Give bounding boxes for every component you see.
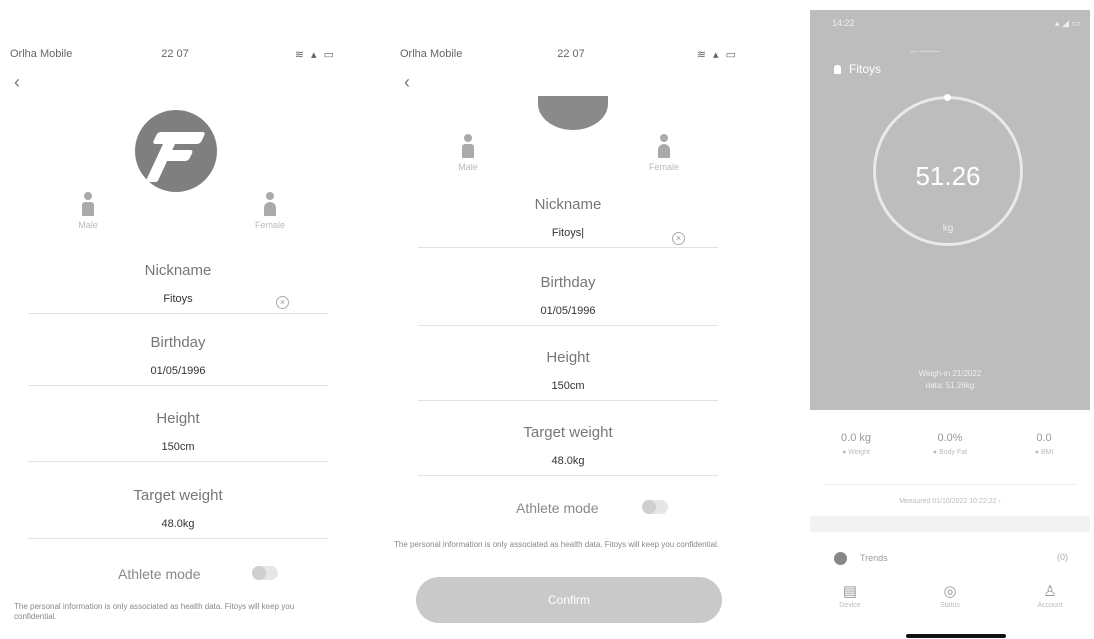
stat-weight-label: ● Weight xyxy=(842,449,870,456)
stat-weight[interactable]: 0.0 kg ● Weight xyxy=(816,432,896,456)
stat-body-fat-value: 0.0% xyxy=(937,432,963,444)
back-arrow-icon[interactable]: ‹ xyxy=(14,72,20,93)
gender-female-option[interactable]: Female xyxy=(634,134,694,172)
female-icon xyxy=(264,192,276,216)
athlete-mode-label: Athlete mode xyxy=(118,566,201,582)
stat-bmi-label: ● BMI xyxy=(1034,449,1054,456)
male-icon xyxy=(462,134,474,158)
history-link[interactable]: Measured 01/10/2022 10:22:22 › xyxy=(810,498,1090,505)
weight-ring: 51.26 kg xyxy=(873,94,1023,246)
privacy-note: The personal information is only associa… xyxy=(14,602,295,621)
status-icons: ≋ ▴ ▭ xyxy=(696,49,738,61)
user-switch[interactable]: Fitoys xyxy=(834,62,881,76)
birthday-value[interactable]: 01/05/1996 xyxy=(418,305,718,317)
height-value[interactable]: 150cm xyxy=(418,380,718,392)
weight-unit: kg xyxy=(942,223,954,234)
birthday-value[interactable]: 01/05/1996 xyxy=(28,365,328,377)
trends-icon xyxy=(834,552,847,565)
ring-indicator xyxy=(944,94,951,101)
height-label: Height xyxy=(156,410,200,427)
athlete-mode-label: Athlete mode xyxy=(516,500,599,516)
gender-male-label: Male xyxy=(458,162,478,172)
dashboard-status-time: 14:22 xyxy=(832,18,855,28)
status-bar: Orlha Mobile 22 07 ≋ ▴ ▭ xyxy=(390,48,752,64)
target-weight-field[interactable]: Target weight 48.0kg xyxy=(418,424,718,476)
weight-value: 51.26 xyxy=(915,161,981,191)
gender-male-option[interactable]: Male xyxy=(438,134,498,172)
status-bar: Orlha Mobile 22 07 ≋ ▴ ▭ xyxy=(0,48,350,64)
nav-device[interactable]: ▤ Device xyxy=(810,582,890,609)
nav-account[interactable]: ♙ Account xyxy=(1010,582,1090,609)
nav-account-label: Account xyxy=(1037,602,1063,609)
male-icon xyxy=(82,192,94,216)
birthday-label: Birthday xyxy=(150,334,206,351)
nickname-label: Nickname xyxy=(534,196,602,213)
birthday-label: Birthday xyxy=(540,274,596,291)
nickname-label: Nickname xyxy=(144,262,212,279)
athlete-mode-toggle[interactable] xyxy=(642,500,668,514)
target-weight-label: Target weight xyxy=(523,424,613,441)
privacy-note: The personal information is only associa… xyxy=(394,540,720,549)
stat-bmi-value: 0.0 xyxy=(1036,432,1052,444)
athlete-mode-toggle[interactable] xyxy=(252,566,278,580)
gender-female-label: Female xyxy=(648,162,679,172)
trends-row[interactable]: Trends (0) xyxy=(810,540,1090,576)
target-weight-field[interactable]: Target weight 48.0kg xyxy=(28,487,328,539)
clear-icon[interactable]: × xyxy=(672,232,685,245)
app-logo xyxy=(135,110,217,192)
target-weight-value[interactable]: 48.0kg xyxy=(28,518,328,530)
gender-female-label: Female xyxy=(254,220,285,230)
gender-male-label: Male xyxy=(78,220,98,230)
user-subtitle: — ——— xyxy=(910,48,940,55)
weigh-in-line-2: data: 51.26kg xyxy=(925,381,975,390)
app-logo-scrolled xyxy=(538,96,608,130)
account-icon: ♙ xyxy=(1043,583,1057,600)
female-icon xyxy=(658,134,670,158)
weight-hero-panel: 14:22 ▴ ◢ ▭ Fitoys — ——— 51.26 kg Weigh-… xyxy=(810,10,1090,410)
stat-body-fat-label: ● Body Fat xyxy=(932,449,968,456)
height-value[interactable]: 150cm xyxy=(28,441,328,453)
target-weight-label: Target weight xyxy=(133,487,223,504)
dashboard-status-icons: ▴ ◢ ▭ xyxy=(1055,18,1080,28)
trends-label: Trends xyxy=(860,553,888,563)
user-name: Fitoys xyxy=(849,62,882,76)
nav-device-label: Device xyxy=(839,602,861,609)
height-field[interactable]: Height 150cm xyxy=(418,349,718,401)
height-field[interactable]: Height 150cm xyxy=(28,410,328,462)
profile-screen-2: Orlha Mobile 22 07 ≋ ▴ ▭ ‹ Male Female N… xyxy=(390,0,752,639)
stat-weight-value: 0.0 kg xyxy=(841,432,871,444)
profile-screen-1: Orlha Mobile 22 07 ≋ ▴ ▭ ‹ Male Female N… xyxy=(0,0,350,639)
confirm-button[interactable]: Confirm xyxy=(416,577,722,623)
birthday-field[interactable]: Birthday 01/05/1996 xyxy=(418,274,718,326)
user-icon xyxy=(834,65,841,75)
dashboard-screen: 14:22 ▴ ◢ ▭ Fitoys — ——— 51.26 kg Weigh-… xyxy=(810,0,1090,639)
gender-male-option[interactable]: Male xyxy=(58,192,118,230)
status-icon: ◎ xyxy=(943,583,957,600)
stat-body-fat[interactable]: 0.0% ● Body Fat xyxy=(910,432,990,456)
birthday-field[interactable]: Birthday 01/05/1996 xyxy=(28,334,328,386)
clear-icon[interactable]: × xyxy=(276,296,289,309)
target-weight-value[interactable]: 48.0kg xyxy=(418,455,718,467)
gender-female-option[interactable]: Female xyxy=(240,192,300,230)
nav-status-label: Status xyxy=(940,602,960,609)
trends-count: (0) xyxy=(1057,552,1068,562)
status-icons: ≋ ▴ ▭ xyxy=(294,49,336,61)
height-label: Height xyxy=(546,349,590,366)
stat-bmi[interactable]: 0.0 ● BMI xyxy=(1004,432,1084,456)
stats-card: 0.0 kg ● Weight 0.0% ● Body Fat 0.0 ● BM… xyxy=(810,420,1090,516)
weigh-in-line-1: Weigh-in 21/2022 xyxy=(918,369,982,378)
weigh-in-note: Weigh-in 21/2022 data: 51.26kg xyxy=(810,368,1090,392)
nav-status[interactable]: ◎ Status xyxy=(910,582,990,609)
device-icon: ▤ xyxy=(842,583,858,600)
back-arrow-icon[interactable]: ‹ xyxy=(404,72,410,93)
bottom-nav: ▤ Device ◎ Status ♙ Account xyxy=(810,582,1090,634)
home-indicator xyxy=(906,634,1006,638)
